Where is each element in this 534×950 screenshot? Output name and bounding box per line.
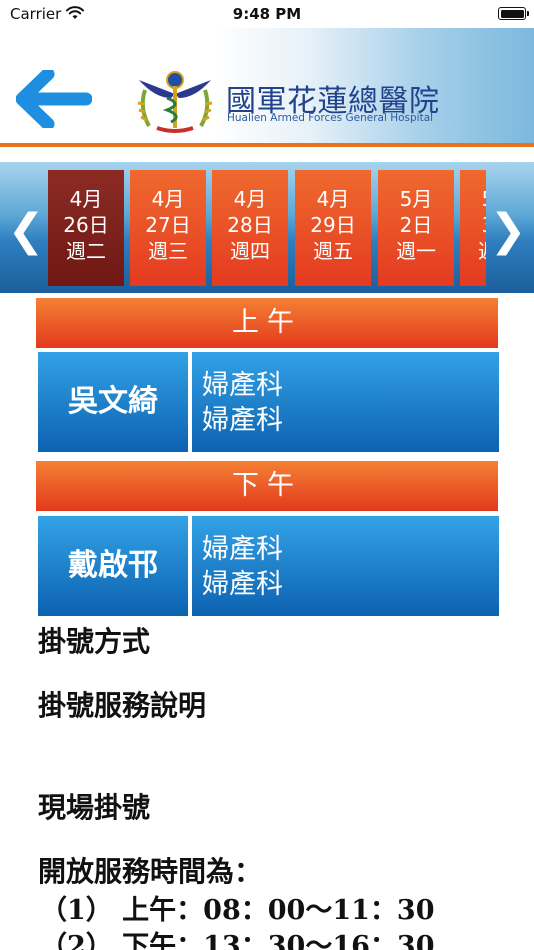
department-label: 婦產科 [202,370,283,401]
back-button[interactable] [16,70,92,128]
date-weekday: 週二 [460,238,486,264]
date-month: 5月 [399,187,433,211]
afternoon-department-list[interactable]: 婦產科 婦產科 [192,516,499,616]
next-date-button[interactable]: ❯ [488,200,528,262]
header-divider [0,143,534,147]
date-card-selected[interactable]: 4月 26日 週二 [48,170,124,286]
prev-date-button[interactable]: ❮ [6,200,46,262]
date-weekday: 週一 [396,239,436,263]
left-arrow-icon [16,70,92,128]
clock-label: 9:48 PM [232,5,302,23]
date-day: 2日 [399,213,433,237]
date-day: 26日 [63,213,109,237]
date-weekday: 週四 [230,239,270,263]
date-weekday: 週五 [313,239,353,263]
hospital-emblem-icon [137,71,213,133]
department-label: 婦產科 [202,534,283,565]
open-hours-title: 開放服務時間為： [38,855,263,888]
date-weekday: 週二 [66,239,106,263]
afternoon-doctor-button[interactable]: 戴啟邗 [38,516,188,616]
date-selector: 4月 26日 週二 4月 27日 週三 4月 28日 週四 4月 29日 週五 … [0,162,534,293]
date-month: 5月 [460,186,486,212]
date-month: 4月 [151,187,185,211]
registration-method-heading: 掛號方式 [38,625,151,658]
date-month: 4月 [69,187,103,211]
date-weekday: 週三 [148,239,188,263]
onsite-registration-heading: 現場掛號 [38,791,151,824]
date-day: 27日 [145,213,191,237]
date-day: 3日 [460,212,486,238]
status-bar: Carrier 9:48 PM [0,0,534,28]
date-scroll-area[interactable]: 4月 26日 週二 4月 27日 週三 4月 28日 週四 4月 29日 週五 … [48,170,486,286]
date-card[interactable]: 4月 29日 週五 [295,170,371,286]
morning-session-header: 上午 [36,298,498,348]
date-month: 4月 [233,187,267,211]
hospital-subtitle: Hualien Armed Forces General Hospital [227,112,434,124]
morning-hours: （1） 上午：08：00～11：30 [40,895,435,926]
date-card[interactable]: 4月 27日 週三 [130,170,206,286]
date-card[interactable]: 4月 28日 週四 [212,170,288,286]
date-day: 29日 [310,213,356,237]
morning-department-list[interactable]: 婦產科 婦產科 [192,352,499,452]
morning-doctor-button[interactable]: 吳文綺 [38,352,188,452]
date-month: 4月 [316,187,350,211]
date-day: 28日 [227,213,273,237]
afternoon-hours: （2） 下午：13：30～16：30 [40,931,435,950]
registration-description-heading: 掛號服務說明 [38,689,207,722]
department-label: 婦產科 [202,569,283,600]
afternoon-session-header: 下午 [36,461,498,511]
date-card[interactable]: 5月 2日 週一 [378,170,454,286]
department-label: 婦產科 [202,405,283,436]
date-card[interactable]: 5月 3日 週二 [460,170,486,286]
battery-icon [498,7,529,20]
